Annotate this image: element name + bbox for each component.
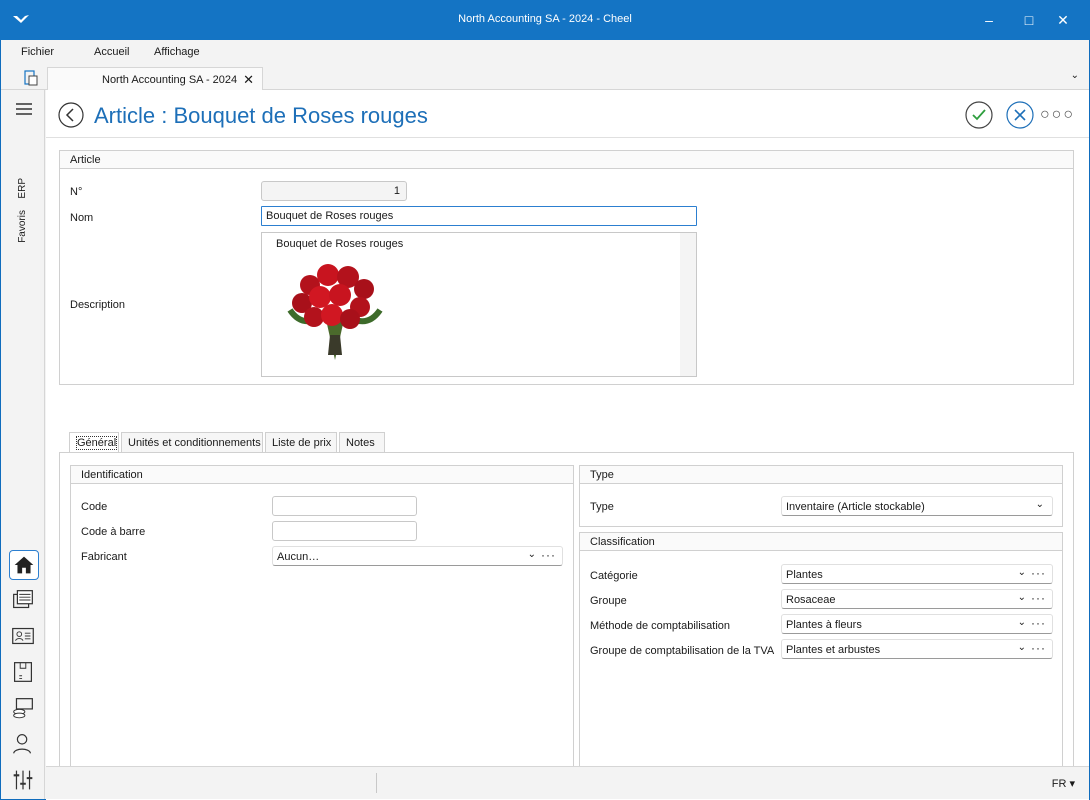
document-list-icon[interactable] [23, 70, 39, 86]
group-more-button[interactable]: ··· [1031, 591, 1046, 605]
ledger-icon[interactable] [9, 586, 39, 616]
classification-group: Classification Catégorie Plantes ⌄ ··· G… [579, 532, 1063, 783]
page-title: Article : Bouquet de Roses rouges [94, 103, 428, 128]
number-field: 1 [261, 181, 407, 201]
more-options-icon[interactable]: ○○○ [1040, 106, 1075, 124]
category-label: Catégorie [590, 570, 638, 582]
identification-title: Identification [81, 469, 143, 481]
app-window: Fichier Accueil Affichage North Accounti… [1, 40, 1089, 800]
sidebar-favoris[interactable]: Favoris [17, 210, 28, 243]
vat-group-more-button[interactable]: ··· [1031, 641, 1046, 655]
vat-group-select[interactable]: Plantes et arbustes ⌄ ··· [781, 639, 1053, 659]
cancel-close-icon[interactable] [1006, 101, 1034, 129]
barcode-label: Code à barre [81, 526, 146, 538]
accounting-method-select[interactable]: Plantes à fleurs ⌄ ··· [781, 614, 1053, 634]
group-select[interactable]: Rosaceae ⌄ ··· [781, 589, 1053, 609]
chevron-down-icon: ⌄ [1017, 617, 1026, 628]
type-label: Type [590, 501, 614, 513]
maximize-button[interactable]: □ [1014, 8, 1044, 32]
language-selector[interactable]: FR ▾ [1052, 777, 1075, 790]
menu-bar: Fichier Accueil Affichage [1, 40, 1089, 64]
chevron-down-icon: ⌄ [1017, 642, 1026, 653]
accounting-method-more-button[interactable]: ··· [1031, 616, 1046, 630]
users-icon[interactable] [9, 730, 39, 760]
vat-group-label: Groupe de comptabilisation de la TVA [590, 645, 775, 657]
main-panel: Article : Bouquet de Roses rouges ○○○ Ar… [46, 90, 1089, 800]
product-box-icon[interactable] [9, 658, 39, 688]
confirm-check-icon[interactable] [965, 101, 993, 129]
barcode-input[interactable] [272, 521, 417, 541]
manufacturer-more-button[interactable]: ··· [541, 548, 556, 562]
contact-card-icon[interactable] [9, 622, 39, 652]
identification-group: Identification Code Code à barre Fabrica… [70, 465, 574, 783]
type-title: Type [590, 469, 614, 481]
close-window-button[interactable]: ✕ [1048, 8, 1078, 32]
classification-title: Classification [590, 536, 655, 548]
menu-fichier[interactable]: Fichier [21, 46, 54, 58]
code-label: Code [81, 501, 108, 513]
description-label: Description [70, 299, 126, 311]
description-text: Bouquet de Roses rouges [276, 238, 404, 250]
tab-units[interactable]: Unités et conditionnements [121, 432, 263, 453]
type-select[interactable]: Inventaire (Article stockable) ⌄ [781, 496, 1053, 516]
menu-affichage[interactable]: Affichage [154, 46, 200, 58]
back-arrow-icon[interactable] [58, 102, 84, 128]
article-group: Article N° 1 Nom Bouquet de Roses rouges… [59, 150, 1074, 385]
hamburger-menu-icon[interactable] [15, 102, 33, 116]
status-divider [376, 773, 377, 793]
sidebar: ERP Favoris [1, 90, 45, 799]
page-header: Article : Bouquet de Roses rouges ○○○ [46, 90, 1089, 138]
menu-accueil[interactable]: Accueil [94, 46, 129, 58]
window-title: North Accounting SA - 2024 - Cheel [458, 13, 632, 25]
chevron-down-icon: ⌄ [527, 549, 536, 560]
code-input[interactable] [272, 496, 417, 516]
document-tab-label: North Accounting SA - 2024 [102, 74, 238, 86]
chevron-down-icon: ⌄ [1035, 499, 1044, 510]
group-label: Groupe [590, 595, 627, 607]
accounting-method-label: Méthode de comptabilisation [590, 620, 731, 632]
chevron-down-icon: ⌄ [1017, 592, 1026, 603]
tab-list-chevron-icon[interactable]: ⌄ [1071, 70, 1079, 81]
document-tab-bar: North Accounting SA - 2024 ✕ ⌄ [1, 64, 1089, 91]
category-select[interactable]: Plantes ⌄ ··· [781, 564, 1053, 584]
manufacturer-select[interactable]: Aucun… ⌄ ··· [272, 546, 563, 566]
tab-general[interactable]: Général [69, 432, 119, 453]
number-label: N° [70, 186, 83, 198]
home-icon[interactable] [9, 550, 39, 580]
article-group-title: Article [70, 154, 101, 166]
payments-icon[interactable] [9, 694, 39, 724]
description-scrollbar[interactable] [680, 233, 696, 376]
title-bar: North Accounting SA - 2024 - Cheel – □ ✕ [0, 0, 1090, 40]
rose-bouquet-image [287, 264, 383, 360]
category-more-button[interactable]: ··· [1031, 566, 1046, 580]
settings-sliders-icon[interactable] [9, 766, 39, 796]
chevron-down-icon: ⌄ [1017, 567, 1026, 578]
sidebar-erp[interactable]: ERP [17, 178, 28, 199]
type-group: Type Type Inventaire (Article stockable)… [579, 465, 1063, 527]
minimize-button[interactable]: – [974, 8, 1004, 32]
manufacturer-label: Fabricant [81, 551, 127, 563]
close-tab-icon[interactable]: ✕ [243, 72, 254, 88]
name-label: Nom [70, 212, 94, 224]
document-tab[interactable]: North Accounting SA - 2024 ✕ [47, 67, 263, 91]
tab-price-list[interactable]: Liste de prix [265, 432, 337, 453]
tab-notes[interactable]: Notes [339, 432, 385, 453]
status-bar: FR ▾ [46, 766, 1089, 799]
name-input[interactable]: Bouquet de Roses rouges [261, 206, 697, 226]
description-editor[interactable]: Bouquet de Roses rouges [261, 232, 697, 377]
